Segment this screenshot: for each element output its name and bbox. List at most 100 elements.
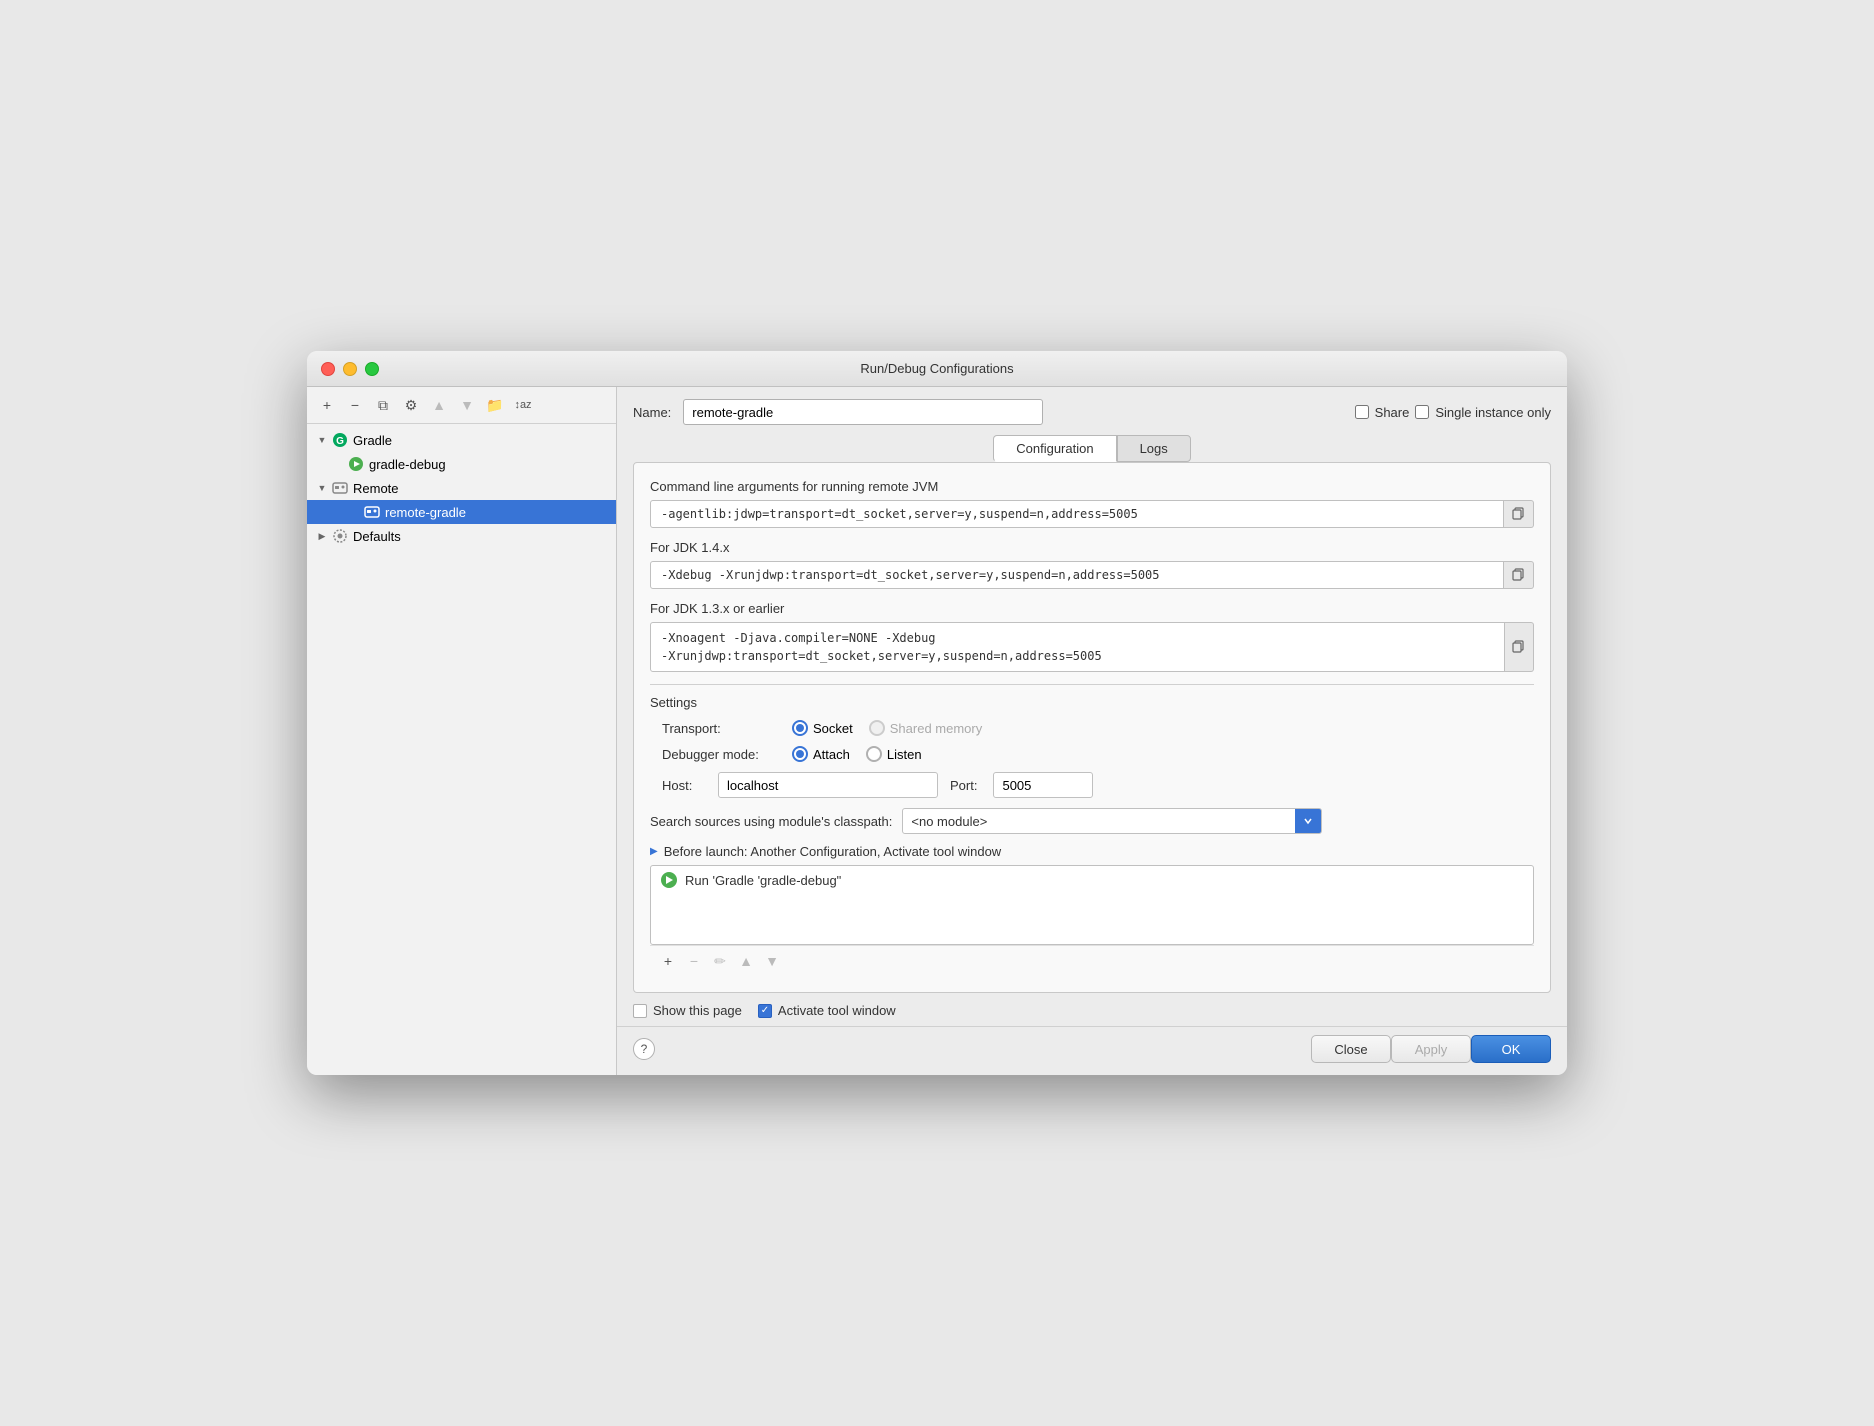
- move-up-button[interactable]: ▲: [427, 393, 451, 417]
- jdk13-row: -Xnoagent -Djava.compiler=NONE -Xdebug -…: [650, 622, 1534, 672]
- minimize-traffic-light[interactable]: [343, 362, 357, 376]
- gradle-debug-label: gradle-debug: [369, 457, 446, 472]
- copy-icon-2: [1512, 568, 1526, 582]
- share-group: Share Single instance only: [1355, 405, 1551, 420]
- remove-config-button[interactable]: −: [343, 393, 367, 417]
- socket-option[interactable]: Socket: [792, 720, 853, 736]
- jdk13-label: For JDK 1.3.x or earlier: [650, 601, 1534, 616]
- host-port-row: Host: Port:: [650, 772, 1534, 798]
- host-input[interactable]: [718, 772, 938, 798]
- debugger-mode-label: Debugger mode:: [662, 747, 792, 762]
- gradle-debug-arrow: [331, 457, 345, 471]
- listen-option[interactable]: Listen: [866, 746, 922, 762]
- bottom-row: ? Close Apply OK: [617, 1026, 1567, 1075]
- apply-button[interactable]: Apply: [1391, 1035, 1471, 1063]
- show-page-group: Show this page: [633, 1003, 742, 1018]
- cmdline-copy-button[interactable]: [1504, 500, 1534, 528]
- launch-edit-button[interactable]: ✏: [708, 950, 732, 972]
- help-icon: ?: [641, 1042, 648, 1056]
- single-instance-checkbox[interactable]: [1415, 405, 1429, 419]
- copy-config-button[interactable]: ⧉: [371, 393, 395, 417]
- launch-move-down-button[interactable]: ▼: [760, 950, 784, 972]
- socket-label: Socket: [813, 721, 853, 736]
- settings-config-button[interactable]: ⚙: [399, 393, 423, 417]
- activate-window-label: Activate tool window: [778, 1003, 896, 1018]
- activate-window-checkbox[interactable]: ✓: [758, 1004, 772, 1018]
- shared-memory-option[interactable]: Shared memory: [869, 720, 982, 736]
- jdk14-copy-button[interactable]: [1504, 561, 1534, 589]
- launch-run-icon: [661, 872, 677, 888]
- sort-button[interactable]: ↕az: [511, 393, 535, 417]
- sidebar-item-remote-group[interactable]: ▼ Remote: [307, 476, 616, 500]
- sidebar-item-defaults[interactable]: ▶ Defaults: [307, 524, 616, 548]
- listen-label: Listen: [887, 747, 922, 762]
- remote-gradle-icon: [363, 503, 381, 521]
- close-button[interactable]: Close: [1311, 1035, 1391, 1063]
- defaults-label: Defaults: [353, 529, 401, 544]
- tab-logs[interactable]: Logs: [1117, 435, 1191, 462]
- copy-icon-3: [1512, 640, 1526, 654]
- share-checkbox[interactable]: [1355, 405, 1369, 419]
- attach-option[interactable]: Attach: [792, 746, 850, 762]
- tab-configuration[interactable]: Configuration: [993, 435, 1116, 462]
- right-panel: Name: Share Single instance only Configu…: [617, 387, 1567, 1075]
- debugger-mode-row: Debugger mode: Attach Listen: [650, 746, 1534, 762]
- copy-icon: [1512, 507, 1526, 521]
- window-title: Run/Debug Configurations: [860, 361, 1013, 376]
- show-page-checkbox[interactable]: [633, 1004, 647, 1018]
- maximize-traffic-light[interactable]: [365, 362, 379, 376]
- launch-add-button[interactable]: +: [656, 950, 680, 972]
- debugger-mode-radio-group: Attach Listen: [792, 746, 922, 762]
- sidebar-item-remote-gradle[interactable]: remote-gradle: [307, 500, 616, 524]
- sidebar-item-gradle-debug[interactable]: gradle-debug: [307, 452, 616, 476]
- defaults-expand-arrow: ▶: [315, 529, 329, 543]
- port-label: Port:: [950, 778, 977, 793]
- before-launch-section: ▶ Before launch: Another Configuration, …: [650, 844, 1534, 976]
- main-content: + − ⧉ ⚙ ▲ ▼ 📁 ↕az ▼ G: [307, 387, 1567, 1075]
- name-input[interactable]: [683, 399, 1043, 425]
- gradle-debug-icon: [347, 455, 365, 473]
- listen-radio: [866, 746, 882, 762]
- share-label: Share: [1375, 405, 1410, 420]
- socket-radio: [792, 720, 808, 736]
- remote-gradle-arrow: [347, 505, 361, 519]
- titlebar: Run/Debug Configurations: [307, 351, 1567, 387]
- jdk14-field-wrap: [650, 561, 1504, 589]
- jdk14-input[interactable]: [650, 561, 1504, 589]
- single-instance-label: Single instance only: [1435, 405, 1551, 420]
- before-launch-header: ▶ Before launch: Another Configuration, …: [650, 844, 1534, 859]
- remote-expand-arrow: ▼: [315, 481, 329, 495]
- module-dropdown-button[interactable]: [1295, 809, 1321, 833]
- jdk13-textarea[interactable]: -Xnoagent -Djava.compiler=NONE -Xdebug -…: [650, 622, 1505, 672]
- before-launch-list: Run 'Gradle 'gradle-debug": [650, 865, 1534, 945]
- svg-text:G: G: [336, 436, 344, 447]
- shared-memory-label: Shared memory: [890, 721, 982, 736]
- before-launch-label: Before launch: Another Configuration, Ac…: [664, 844, 1002, 859]
- name-label: Name:: [633, 405, 671, 420]
- shared-memory-radio: [869, 720, 885, 736]
- close-traffic-light[interactable]: [321, 362, 335, 376]
- cmdline-label: Command line arguments for running remot…: [650, 479, 1534, 494]
- launch-move-up-button[interactable]: ▲: [734, 950, 758, 972]
- sidebar-item-gradle[interactable]: ▼ G Gradle: [307, 428, 616, 452]
- help-button[interactable]: ?: [633, 1038, 655, 1060]
- transport-radio-group: Socket Shared memory: [792, 720, 982, 736]
- folder-button[interactable]: 📁: [483, 393, 507, 417]
- sidebar-tree: ▼ G Gradle: [307, 424, 616, 1075]
- cmdline-input[interactable]: [650, 500, 1504, 528]
- show-page-row: Show this page ✓ Activate tool window: [633, 1003, 1551, 1026]
- port-input[interactable]: [993, 772, 1093, 798]
- sidebar: + − ⧉ ⚙ ▲ ▼ 📁 ↕az ▼ G: [307, 387, 617, 1075]
- gradle-expand-arrow: ▼: [315, 433, 329, 447]
- launch-remove-button[interactable]: −: [682, 950, 706, 972]
- tabs-row: Configuration Logs: [633, 435, 1551, 462]
- attach-radio: [792, 746, 808, 762]
- ok-button[interactable]: OK: [1471, 1035, 1551, 1063]
- add-config-button[interactable]: +: [315, 393, 339, 417]
- jdk13-copy-button[interactable]: [1505, 622, 1534, 672]
- chevron-down-icon: [1303, 816, 1313, 826]
- config-panel: Command line arguments for running remot…: [633, 462, 1551, 993]
- transport-row: Transport: Socket Shared memory: [650, 720, 1534, 736]
- move-down-button[interactable]: ▼: [455, 393, 479, 417]
- gradle-icon: G: [331, 431, 349, 449]
